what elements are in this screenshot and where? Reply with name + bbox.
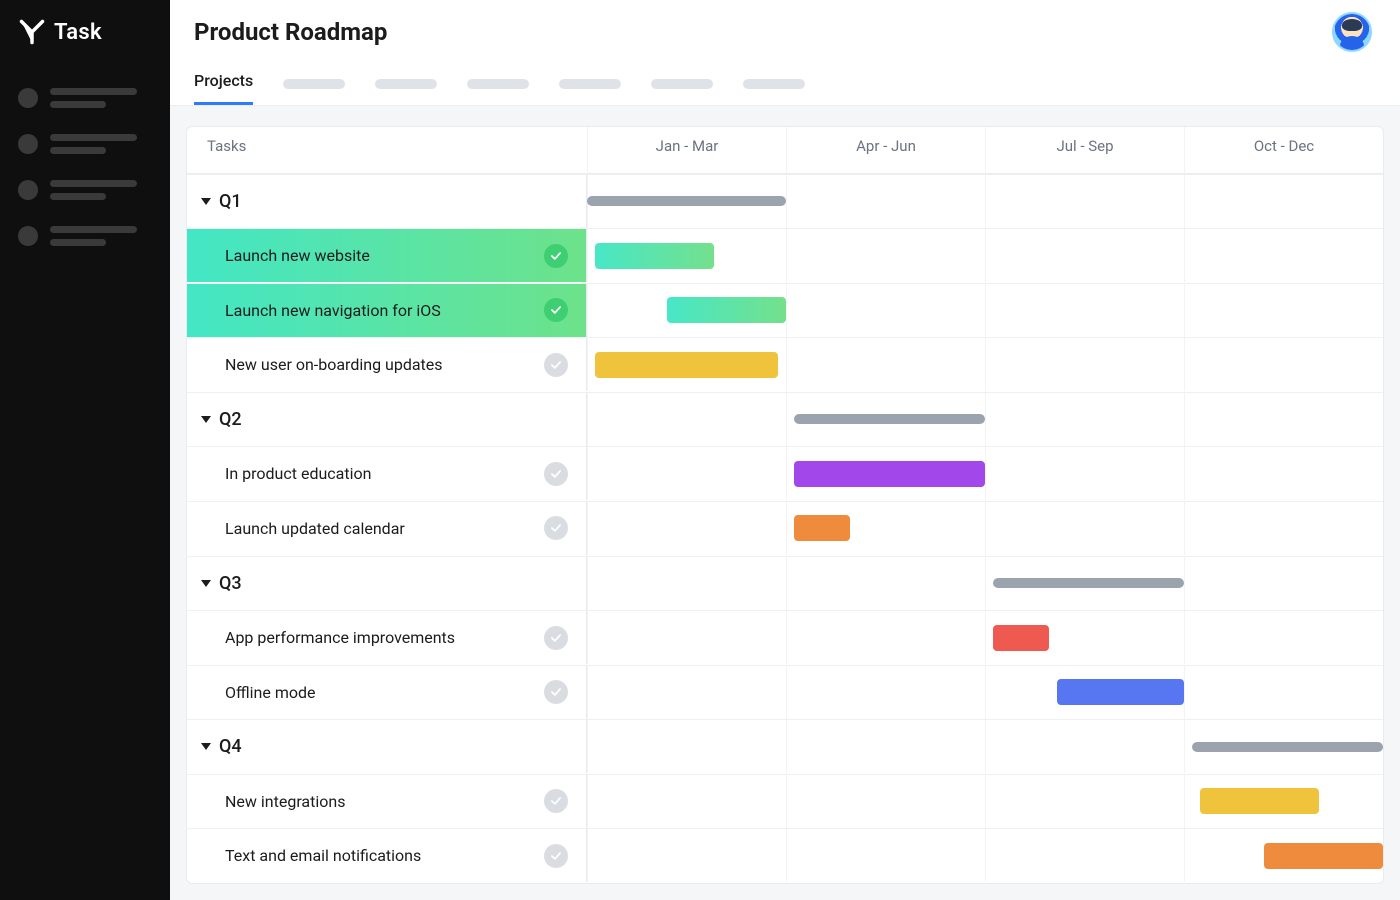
check-done-icon xyxy=(544,298,568,322)
task-timeline-cell xyxy=(587,228,1383,282)
brand: Task xyxy=(0,6,170,64)
period-header: Jul - Sep xyxy=(985,127,1184,174)
task-timeline-cell xyxy=(587,501,1383,555)
task-name: Launch new website xyxy=(225,246,370,265)
check-icon xyxy=(544,462,568,486)
check-icon xyxy=(544,789,568,813)
check-icon xyxy=(544,353,568,377)
sidebar-nav xyxy=(0,64,170,270)
nav-placeholder[interactable] xyxy=(18,134,152,154)
summary-bar[interactable] xyxy=(587,196,786,206)
gantt-rows: Q1 Launch new website Launch new navigati… xyxy=(187,174,1383,884)
group-summary-cell xyxy=(587,392,1383,446)
board-wrap: Tasks Jan - MarApr - JunJul - SepOct - D… xyxy=(170,106,1400,900)
task-row-label[interactable]: Text and email notifications xyxy=(187,828,587,882)
avatar[interactable] xyxy=(1332,12,1372,52)
task-name: New user on-boarding updates xyxy=(225,355,443,374)
summary-bar[interactable] xyxy=(993,578,1184,588)
group-summary-cell xyxy=(587,174,1383,228)
tab-placeholder[interactable] xyxy=(375,79,437,89)
task-timeline-cell xyxy=(587,774,1383,828)
task-row-label[interactable]: Launch new navigation for iOS xyxy=(187,283,587,337)
check-done-icon xyxy=(544,244,568,268)
caret-down-icon xyxy=(201,580,211,587)
group-header[interactable]: Q3 xyxy=(187,556,587,610)
check-icon xyxy=(544,680,568,704)
nav-placeholder[interactable] xyxy=(18,226,152,246)
group-name: Q4 xyxy=(219,736,242,757)
task-row-label[interactable]: In product education xyxy=(187,446,587,500)
tab-placeholder[interactable] xyxy=(559,79,621,89)
task-timeline-cell xyxy=(587,665,1383,719)
group-summary-cell xyxy=(587,719,1383,773)
period-header: Apr - Jun xyxy=(786,127,985,174)
task-name: Text and email notifications xyxy=(225,846,421,865)
task-name: Offline mode xyxy=(225,683,316,702)
task-bar[interactable] xyxy=(1057,679,1184,705)
period-header: Oct - Dec xyxy=(1184,127,1383,174)
task-name: Launch updated calendar xyxy=(225,519,405,538)
gantt-grid: Tasks Jan - MarApr - JunJul - SepOct - D… xyxy=(187,127,1383,883)
caret-down-icon xyxy=(201,198,211,205)
group-header[interactable]: Q2 xyxy=(187,392,587,446)
group-name: Q2 xyxy=(219,409,242,430)
task-bar[interactable] xyxy=(595,352,778,378)
task-timeline-cell xyxy=(587,337,1383,391)
task-bar[interactable] xyxy=(595,243,714,269)
brand-name: Task xyxy=(54,20,102,45)
tab-placeholder[interactable] xyxy=(467,79,529,89)
task-row-label[interactable]: App performance improvements xyxy=(187,610,587,664)
task-bar[interactable] xyxy=(1264,843,1383,869)
task-name: In product education xyxy=(225,464,371,483)
roadmap-board: Tasks Jan - MarApr - JunJul - SepOct - D… xyxy=(186,126,1384,884)
caret-down-icon xyxy=(201,743,211,750)
tab-projects[interactable]: Projects xyxy=(194,59,253,105)
task-timeline-cell xyxy=(587,828,1383,882)
group-name: Q1 xyxy=(219,191,242,212)
check-icon xyxy=(544,626,568,650)
tabs: Projects xyxy=(170,60,1400,106)
topbar: Product Roadmap xyxy=(170,0,1400,60)
app-root: Task Product Roadmap xyxy=(0,0,1400,900)
tab-placeholder[interactable] xyxy=(651,79,713,89)
group-name: Q3 xyxy=(219,573,242,594)
task-bar[interactable] xyxy=(794,515,850,541)
task-timeline-cell xyxy=(587,283,1383,337)
task-bar[interactable] xyxy=(794,461,985,487)
check-icon xyxy=(544,844,568,868)
tab-placeholder[interactable] xyxy=(743,79,805,89)
logo-icon xyxy=(18,18,46,46)
task-bar[interactable] xyxy=(667,297,786,323)
group-summary-cell xyxy=(587,556,1383,610)
task-bar[interactable] xyxy=(1200,788,1319,814)
page-title: Product Roadmap xyxy=(194,18,387,46)
group-header[interactable]: Q4 xyxy=(187,719,587,773)
sidebar: Task xyxy=(0,0,170,900)
nav-placeholder[interactable] xyxy=(18,88,152,108)
task-row-label[interactable]: New user on-boarding updates xyxy=(187,337,587,391)
task-bar[interactable] xyxy=(993,625,1049,651)
check-icon xyxy=(544,516,568,540)
tab-placeholder[interactable] xyxy=(283,79,345,89)
task-row-label[interactable]: Launch new website xyxy=(187,228,587,282)
nav-placeholder[interactable] xyxy=(18,180,152,200)
group-header[interactable]: Q1 xyxy=(187,174,587,228)
period-header: Jan - Mar xyxy=(587,127,786,174)
task-row-label[interactable]: Launch updated calendar xyxy=(187,501,587,555)
tasks-column-header: Tasks xyxy=(187,127,587,174)
summary-bar[interactable] xyxy=(794,414,985,424)
caret-down-icon xyxy=(201,416,211,423)
task-name: App performance improvements xyxy=(225,628,455,647)
task-name: Launch new navigation for iOS xyxy=(225,301,441,320)
task-row-label[interactable]: New integrations xyxy=(187,774,587,828)
summary-bar[interactable] xyxy=(1192,742,1383,752)
task-timeline-cell xyxy=(587,446,1383,500)
task-timeline-cell xyxy=(587,610,1383,664)
task-name: New integrations xyxy=(225,792,345,811)
task-row-label[interactable]: Offline mode xyxy=(187,665,587,719)
main: Product Roadmap Projects Tasks Jan - Mar… xyxy=(170,0,1400,900)
